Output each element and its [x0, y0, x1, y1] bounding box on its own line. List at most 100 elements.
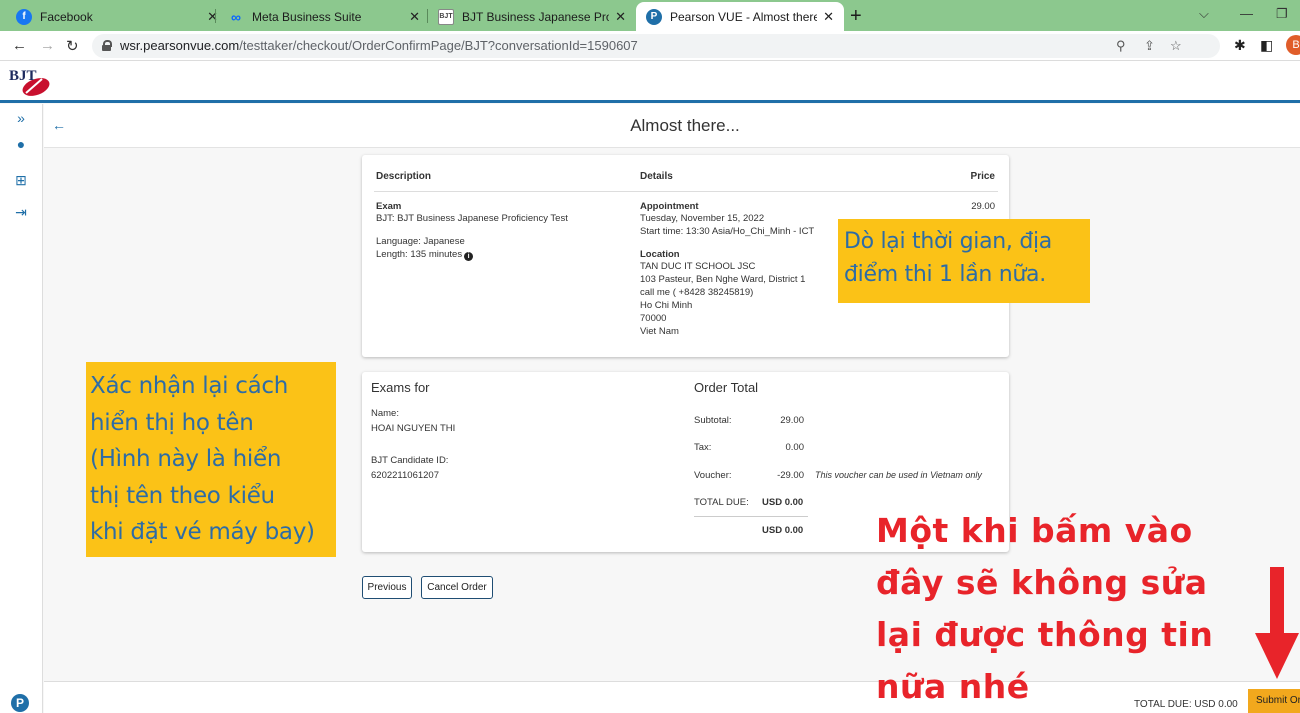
bookmark-star-icon[interactable]: ☆	[1170, 38, 1182, 54]
location-line: Viet Nam	[640, 326, 679, 337]
tab-facebook[interactable]: f Facebook ✕	[6, 2, 228, 31]
order-total-heading: Order Total	[694, 380, 759, 395]
callout-line: Xác nhận lại cách	[90, 373, 288, 399]
appointment-date: Tuesday, November 15, 2022	[640, 213, 765, 224]
bjt-icon: BJT	[438, 8, 454, 25]
warning-line: lại được thông tin	[876, 615, 1214, 654]
voucher-label: Voucher:	[694, 470, 732, 481]
close-tab-icon[interactable]: ✕	[823, 9, 834, 25]
url-host: wsr.pearsonvue.com	[120, 38, 240, 53]
voucher-note: This voucher can be used in Vietnam only	[815, 470, 982, 480]
total-due-label: TOTAL DUE:	[694, 497, 749, 508]
exam-name: BJT: BJT Business Japanese Proficiency T…	[376, 213, 568, 224]
reload-icon[interactable]: ↻	[66, 37, 79, 55]
page-title: Almost there...	[630, 116, 740, 135]
details-header: Details	[640, 171, 673, 182]
callout-line: điểm thi 1 lần nữa.	[844, 262, 1046, 287]
zoom-icon[interactable]: ⚲	[1116, 38, 1126, 54]
tab-label: Meta Business Suite	[252, 9, 362, 24]
page-header-bar: ← Almost there...	[44, 104, 1300, 148]
warning-annotation: Một khi bấm vào đây sẽ không sửa lại đượ…	[876, 505, 1296, 713]
profile-avatar[interactable]: B	[1286, 35, 1300, 55]
url-text[interactable]: wsr.pearsonvue.com/testtaker/checkout/Or…	[120, 38, 638, 53]
location-line: TAN DUC IT SCHOOL JSC	[640, 261, 756, 272]
exam-price: 29.00	[971, 201, 995, 212]
svg-text:BJT: BJT	[9, 68, 37, 84]
close-tab-icon[interactable]: ✕	[207, 9, 218, 25]
candidate-id: 6202211061207	[371, 470, 439, 481]
callout-check-name-display: Xác nhận lại cách hiển thị họ tên (Hình …	[86, 362, 336, 557]
callout-line: khi đặt vé máy bay)	[90, 519, 315, 545]
callout-check-time-location: Dò lại thời gian, địa điểm thi 1 lần nữa…	[838, 219, 1090, 303]
red-down-arrow-icon	[1255, 567, 1299, 679]
price-header: Price	[970, 171, 995, 182]
warning-line: nữa nhé	[876, 667, 1030, 706]
url-path: /testtaker/checkout/OrderConfirmPage/BJT…	[239, 38, 638, 53]
facebook-icon: f	[16, 8, 32, 25]
pearson-icon: P	[646, 8, 662, 25]
name-label: Name:	[371, 408, 399, 419]
grand-total: USD 0.00	[762, 525, 804, 536]
close-tab-icon[interactable]: ✕	[409, 9, 420, 25]
subtotal-label: Subtotal:	[694, 415, 732, 426]
back-arrow-icon[interactable]: ←	[12, 37, 27, 54]
divider	[374, 191, 998, 192]
total-divider	[694, 516, 808, 517]
exam-language: Language: Japanese	[376, 236, 465, 247]
total-due-value: USD 0.00	[762, 497, 804, 508]
tab-meta-business-suite[interactable]: ∞ Meta Business Suite ✕	[218, 2, 430, 31]
minimize-icon[interactable]: —	[1240, 6, 1253, 21]
cancel-order-button[interactable]: Cancel Order	[421, 576, 493, 599]
tab-search-chevron-icon[interactable]: ⌵	[1199, 6, 1209, 22]
restore-window-icon[interactable]: ❐	[1276, 6, 1288, 22]
info-icon[interactable]: i	[464, 252, 474, 261]
sign-out-icon[interactable]: ⇥	[8, 204, 34, 221]
tab-label: Facebook	[40, 9, 93, 24]
exam-length: Length: 135 minutes i	[376, 248, 474, 261]
warning-line: đây sẽ không sửa	[876, 563, 1208, 602]
candidate-id-label: BJT Candidate ID:	[371, 455, 449, 466]
expand-menu-icon[interactable]: »	[8, 110, 34, 126]
browser-toolbar: ← → ↻ wsr.pearsonvue.com/testtaker/check…	[0, 31, 1300, 61]
description-header: Description	[376, 171, 432, 182]
user-profile-icon[interactable]: ●	[8, 136, 34, 152]
exam-length-text: Length: 135 minutes	[376, 249, 463, 260]
tab-separator	[215, 9, 216, 23]
bjt-logo: BJT	[9, 68, 50, 96]
location-line: 103 Pasteur, Ben Nghe Ward, District 1	[640, 274, 806, 285]
location-line: 70000	[640, 313, 667, 324]
callout-line: (Hình này là hiển	[90, 446, 282, 472]
side-panel-icon[interactable]: ◧	[1260, 37, 1273, 54]
left-nav-rail: » ● ⊞ ⇥	[0, 104, 43, 713]
close-tab-icon[interactable]: ✕	[615, 9, 626, 25]
forward-arrow-icon[interactable]: →	[40, 37, 55, 54]
warning-line: Một khi bấm vào	[876, 511, 1193, 550]
appointment-start-time: Start time: 13:30 Asia/Ho_Chi_Minh - ICT	[640, 226, 815, 237]
new-tab-plus-icon[interactable]: +	[850, 5, 862, 28]
tab-label: BJT Business Japanese Proficienc	[462, 9, 609, 24]
subtotal-value: 29.00	[780, 415, 804, 426]
share-icon[interactable]: ⇪	[1144, 38, 1155, 54]
callout-line: thị tên theo kiểu	[90, 482, 275, 509]
voucher-value: -29.00	[777, 470, 804, 481]
candidate-name: HOAI NGUYEN THI	[371, 423, 456, 434]
location-line: call me ( +8428 38245819)	[640, 287, 754, 298]
address-bar[interactable]: wsr.pearsonvue.com/testtaker/checkout/Or…	[92, 34, 1220, 58]
tax-value: 0.00	[785, 442, 805, 453]
pearson-help-icon[interactable]: P	[11, 694, 29, 712]
callout-line: hiển thị họ tên	[90, 409, 254, 436]
location-line: Ho Chi Minh	[640, 300, 693, 311]
sitemap-icon[interactable]: ⊞	[8, 172, 34, 189]
tax-label: Tax:	[694, 442, 712, 453]
meta-icon: ∞	[231, 8, 241, 25]
tab-bjt[interactable]: BJT BJT Business Japanese Proficienc ✕	[428, 2, 636, 31]
lock-icon	[102, 40, 112, 51]
tab-pearson-vue[interactable]: P Pearson VUE - Almost there... ✕	[636, 2, 844, 31]
tab-label: Pearson VUE - Almost there...	[670, 9, 818, 24]
extensions-puzzle-icon[interactable]: ✱	[1234, 37, 1246, 54]
site-header: BJT	[0, 61, 1300, 103]
browser-tab-strip: f Facebook ✕ ∞ Meta Business Suite ✕ BJT…	[0, 0, 1300, 31]
exams-for-heading: Exams for	[371, 380, 430, 395]
previous-button[interactable]: Previous	[362, 576, 412, 599]
callout-line: Dò lại thời gian, địa	[844, 229, 1052, 254]
